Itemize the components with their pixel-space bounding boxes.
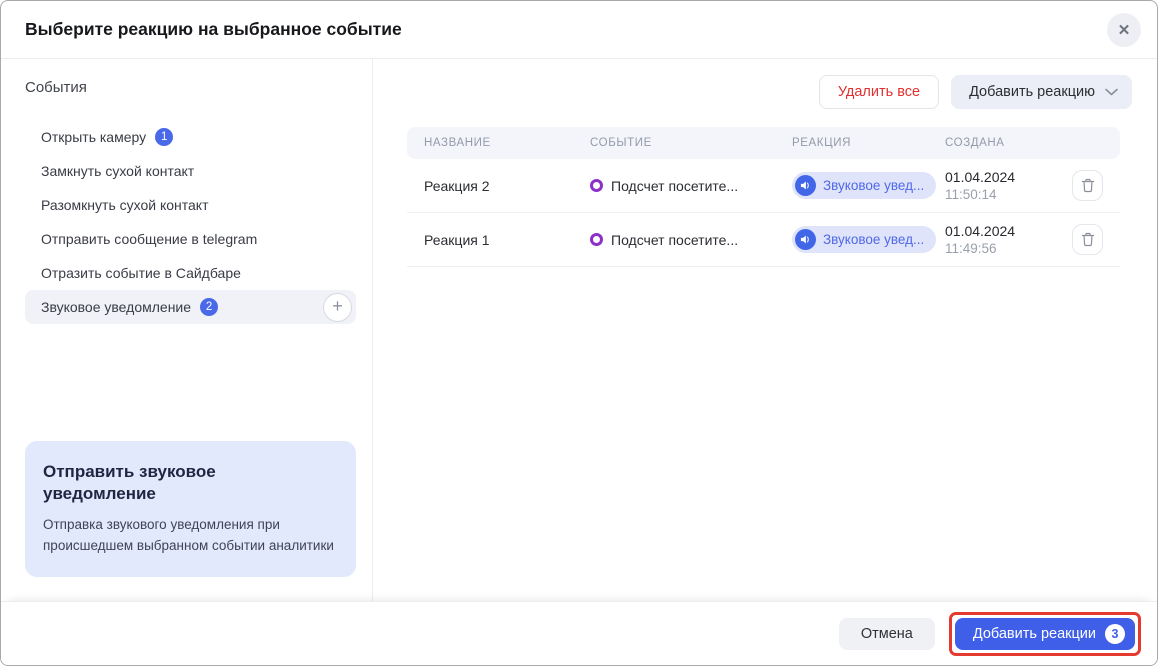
event-ring-icon	[590, 179, 603, 192]
column-header-event: СОБЫТИЕ	[590, 137, 652, 149]
sidebar-item-show-in-sidebar[interactable]: Отразить событие в Сайдбаре	[25, 256, 356, 290]
created-cell: 01.04.2024 11:49:56	[945, 222, 1065, 258]
dialog-title: Выберите реакцию на выбранное событие	[25, 19, 402, 39]
event-label: Отразить событие в Сайдбаре	[41, 265, 241, 281]
trash-icon	[1081, 232, 1094, 247]
event-label: Замкнуть сухой контакт	[41, 163, 195, 179]
dialog-body: События Открыть камеру 1 Замкнуть сухой …	[1, 59, 1157, 601]
trash-icon	[1081, 178, 1094, 193]
delete-row-button[interactable]	[1072, 224, 1103, 255]
created-time: 11:50:14	[945, 186, 997, 202]
dialog-header: Выберите реакцию на выбранное событие ✕	[1, 1, 1157, 59]
created-time: 11:49:56	[945, 240, 997, 256]
event-cell: Подсчет посетите...	[590, 178, 792, 194]
sound-icon	[795, 175, 816, 196]
events-heading: События	[25, 79, 87, 96]
reaction-dialog: Выберите реакцию на выбранное событие ✕ …	[0, 0, 1158, 666]
red-annotation-highlight: Добавить реакции 3	[948, 611, 1141, 656]
event-label: Звуковое уведомление	[41, 299, 192, 315]
add-reactions-submit-button[interactable]: Добавить реакции 3	[954, 617, 1135, 650]
event-label: Открыть камеру	[41, 129, 147, 145]
event-info-card: Отправить звуковое уведомление Отправка …	[25, 440, 356, 577]
event-name: Подсчет посетите...	[611, 177, 739, 194]
created-date: 01.04.2024	[945, 168, 1016, 185]
add-reaction-dropdown[interactable]: Добавить реакцию	[951, 75, 1132, 109]
event-ring-icon	[590, 233, 603, 246]
events-sidebar: События Открыть камеру 1 Замкнуть сухой …	[1, 59, 373, 601]
plus-icon: +	[332, 296, 343, 316]
reaction-tag: Звуковое увед...	[792, 172, 937, 199]
event-cell: Подсчет посетите...	[590, 232, 792, 248]
close-button[interactable]: ✕	[1107, 12, 1141, 47]
reaction-cell: Звуковое увед...	[792, 226, 945, 253]
reaction-name: Реакция 1	[424, 231, 490, 248]
reactions-toolbar: Удалить все Добавить реакцию	[407, 75, 1132, 109]
cancel-button[interactable]: Отмена	[838, 617, 935, 650]
event-label: Отправить сообщение в telegram	[41, 231, 258, 247]
table-row: Реакция 2 Подсчет посетите... Звуковое у…	[407, 159, 1120, 213]
created-cell: 01.04.2024 11:50:14	[945, 168, 1065, 204]
reaction-name: Реакция 2	[424, 177, 490, 194]
add-reaction-dropdown-label: Добавить реакцию	[969, 84, 1095, 100]
reactions-table: НАЗВАНИЕ СОБЫТИЕ РЕАКЦИЯ СОЗДАНА Реакция…	[407, 127, 1120, 267]
sound-icon	[795, 229, 816, 250]
sidebar-item-open-camera[interactable]: Открыть камеру 1	[25, 120, 356, 154]
event-name: Подсчет посетите...	[611, 231, 739, 248]
submit-label: Добавить реакции	[972, 625, 1096, 642]
event-count-badge: 1	[155, 128, 174, 146]
submit-count-badge: 3	[1105, 623, 1125, 644]
event-count-badge: 2	[200, 298, 219, 316]
reaction-tag-label: Звуковое увед...	[823, 178, 925, 193]
column-header-reaction: РЕАКЦИЯ	[792, 137, 851, 149]
sidebar-item-send-telegram[interactable]: Отправить сообщение в telegram	[25, 222, 356, 256]
created-date: 01.04.2024	[945, 222, 1016, 239]
delete-all-button[interactable]: Удалить все	[818, 75, 940, 109]
reaction-tag-label: Звуковое увед...	[823, 232, 925, 247]
chevron-down-icon	[1105, 88, 1118, 96]
add-event-reaction-button[interactable]: +	[323, 292, 352, 322]
column-header-created: СОЗДАНА	[945, 137, 1005, 149]
reactions-panel: Удалить все Добавить реакцию НАЗВАНИЕ СО…	[373, 59, 1157, 601]
table-header-row: НАЗВАНИЕ СОБЫТИЕ РЕАКЦИЯ СОЗДАНА	[407, 127, 1120, 159]
close-icon: ✕	[1117, 21, 1131, 39]
sidebar-item-open-dry-contact[interactable]: Разомкнуть сухой контакт	[25, 188, 356, 222]
info-card-description: Отправка звукового уведомления при проис…	[43, 517, 334, 554]
table-row: Реакция 1 Подсчет посетите... Звуковое у…	[407, 213, 1120, 267]
sidebar-item-close-dry-contact[interactable]: Замкнуть сухой контакт	[25, 154, 356, 188]
dialog-footer: Отмена Добавить реакции 3	[1, 601, 1157, 665]
event-label: Разомкнуть сухой контакт	[41, 197, 209, 213]
column-header-name: НАЗВАНИЕ	[424, 137, 491, 149]
info-card-title: Отправить звуковое уведомление	[43, 461, 216, 504]
reaction-tag: Звуковое увед...	[792, 226, 937, 253]
delete-row-button[interactable]	[1072, 170, 1103, 201]
sidebar-item-sound-notification[interactable]: Звуковое уведомление 2 +	[25, 290, 356, 324]
reaction-cell: Звуковое увед...	[792, 172, 945, 199]
